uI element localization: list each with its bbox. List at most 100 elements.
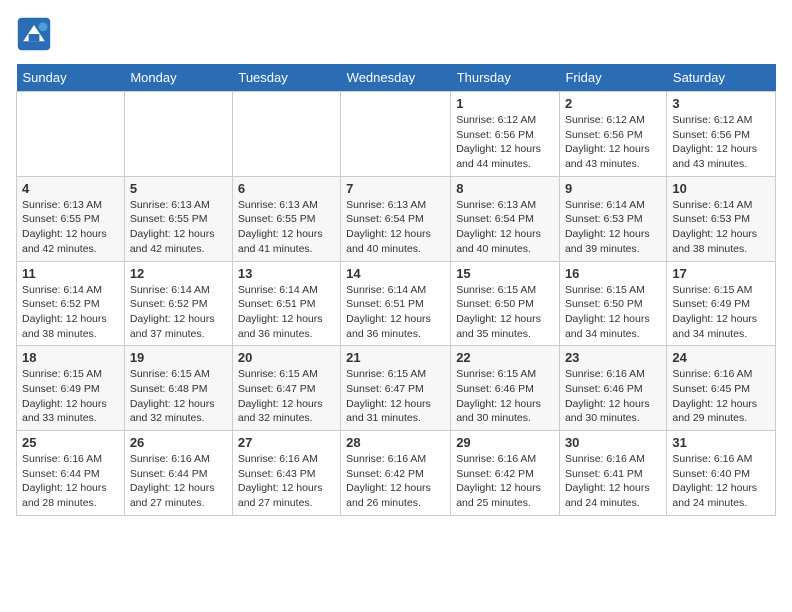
weekday-header-friday: Friday [559,64,666,92]
calendar-cell: 26Sunrise: 6:16 AM Sunset: 6:44 PM Dayli… [124,431,232,516]
day-number: 14 [346,266,445,281]
day-info: Sunrise: 6:12 AM Sunset: 6:56 PM Dayligh… [565,113,661,172]
calendar-cell: 30 Sunrise: 6:16 AM Sunset: 6:41 PM Dayli… [559,431,666,516]
day-info: Sunrise: 6:16 AM Sunset: 6:45 PM Dayligh… [672,367,770,426]
day-info: Sunrise: 6:14 AM Sunset: 6:52 PM Dayligh… [130,283,227,342]
calendar-cell: 25Sunrise: 6:16 AM Sunset: 6:44 PM Dayli… [17,431,125,516]
day-info: Sunrise: 6:15 AM Sunset: 6:46 PM Dayligh… [456,367,554,426]
day-number: 21 [346,350,445,365]
day-number: 12 [130,266,227,281]
day-number: 29 [456,435,554,450]
weekday-header-sunday: Sunday [17,64,125,92]
calendar-cell: 4 Sunrise: 6:13 AM Sunset: 6:55 PM Daylig… [17,176,125,261]
calendar-cell: 8 Sunrise: 6:13 AM Sunset: 6:54 PM Daylig… [451,176,560,261]
day-number: 5 [130,181,227,196]
calendar-cell [341,92,451,177]
calendar-cell: 14 Sunrise: 6:14 AM Sunset: 6:51 PM Dayli… [341,261,451,346]
day-info: Sunrise: 6:15 AM Sunset: 6:47 PM Dayligh… [238,367,335,426]
weekday-header-tuesday: Tuesday [232,64,340,92]
day-number: 6 [238,181,335,196]
day-number: 9 [565,181,661,196]
day-number: 19 [130,350,227,365]
day-number: 30 [565,435,661,450]
day-info: Sunrise: 6:16 AM Sunset: 6:43 PM Dayligh… [238,452,335,511]
day-number: 1 [456,96,554,111]
day-info: Sunrise: 6:15 AM Sunset: 6:49 PM Dayligh… [672,283,770,342]
calendar-cell: 3 Sunrise: 6:12 AM Sunset: 6:56 PM Daylig… [667,92,776,177]
day-info: Sunrise: 6:16 AM Sunset: 6:44 PM Dayligh… [22,452,119,511]
day-number: 22 [456,350,554,365]
day-info: Sunrise: 6:16 AM Sunset: 6:42 PM Dayligh… [456,452,554,511]
calendar-cell [232,92,340,177]
calendar-cell: 28 Sunrise: 6:16 AM Sunset: 6:42 PM Dayli… [341,431,451,516]
calendar-cell: 1 Sunrise: 6:12 AM Sunset: 6:56 PM Daylig… [451,92,560,177]
day-info: Sunrise: 6:16 AM Sunset: 6:41 PM Dayligh… [565,452,661,511]
day-number: 31 [672,435,770,450]
day-number: 15 [456,266,554,281]
calendar-cell: 23 Sunrise: 6:16 AM Sunset: 6:46 PM Dayli… [559,346,666,431]
calendar-cell: 5 Sunrise: 6:13 AM Sunset: 6:55 PM Daylig… [124,176,232,261]
day-number: 16 [565,266,661,281]
day-info: Sunrise: 6:15 AM Sunset: 6:47 PM Dayligh… [346,367,445,426]
day-number: 27 [238,435,335,450]
calendar-cell: 17 Sunrise: 6:15 AM Sunset: 6:49 PM Dayli… [667,261,776,346]
calendar-cell: 18 Sunrise: 6:15 AM Sunset: 6:49 PM Dayli… [17,346,125,431]
calendar-cell [17,92,125,177]
day-number: 23 [565,350,661,365]
day-number: 28 [346,435,445,450]
calendar-cell: 31 Sunrise: 6:16 AM Sunset: 6:40 PM Dayli… [667,431,776,516]
weekday-header-saturday: Saturday [667,64,776,92]
day-number: 3 [672,96,770,111]
day-number: 4 [22,181,119,196]
day-info: Sunrise: 6:14 AM Sunset: 6:51 PM Dayligh… [238,283,335,342]
calendar-cell: 16 Sunrise: 6:15 AM Sunset: 6:50 PM Dayli… [559,261,666,346]
calendar-cell: 15 Sunrise: 6:15 AM Sunset: 6:50 PM Dayli… [451,261,560,346]
calendar-cell: 24 Sunrise: 6:16 AM Sunset: 6:45 PM Dayli… [667,346,776,431]
calendar-table: SundayMondayTuesdayWednesdayThursdayFrid… [16,64,776,516]
calendar-cell: 11 Sunrise: 6:14 AM Sunset: 6:52 PM Dayli… [17,261,125,346]
calendar-cell: 20 Sunrise: 6:15 AM Sunset: 6:47 PM Dayli… [232,346,340,431]
day-info: Sunrise: 6:14 AM Sunset: 6:51 PM Dayligh… [346,283,445,342]
day-info: Sunrise: 6:13 AM Sunset: 6:55 PM Dayligh… [22,198,119,257]
day-info: Sunrise: 6:14 AM Sunset: 6:53 PM Dayligh… [565,198,661,257]
day-info: Sunrise: 6:15 AM Sunset: 6:50 PM Dayligh… [565,283,661,342]
day-number: 17 [672,266,770,281]
day-info: Sunrise: 6:13 AM Sunset: 6:54 PM Dayligh… [456,198,554,257]
calendar-cell: 21 Sunrise: 6:15 AM Sunset: 6:47 PM Dayli… [341,346,451,431]
weekday-header-thursday: Thursday [451,64,560,92]
day-number: 11 [22,266,119,281]
day-number: 8 [456,181,554,196]
day-number: 20 [238,350,335,365]
calendar-cell: 6 Sunrise: 6:13 AM Sunset: 6:55 PM Daylig… [232,176,340,261]
day-number: 10 [672,181,770,196]
day-info: Sunrise: 6:15 AM Sunset: 6:49 PM Dayligh… [22,367,119,426]
weekday-header-monday: Monday [124,64,232,92]
logo [16,16,58,52]
day-info: Sunrise: 6:12 AM Sunset: 6:56 PM Dayligh… [456,113,554,172]
calendar-cell: 2 Sunrise: 6:12 AM Sunset: 6:56 PM Daylig… [559,92,666,177]
weekday-header-wednesday: Wednesday [341,64,451,92]
day-info: Sunrise: 6:16 AM Sunset: 6:40 PM Dayligh… [672,452,770,511]
calendar-cell [124,92,232,177]
day-info: Sunrise: 6:13 AM Sunset: 6:55 PM Dayligh… [238,198,335,257]
day-number: 7 [346,181,445,196]
day-info: Sunrise: 6:12 AM Sunset: 6:56 PM Dayligh… [672,113,770,172]
calendar-cell: 10Sunrise: 6:14 AM Sunset: 6:53 PM Dayli… [667,176,776,261]
calendar-cell: 22 Sunrise: 6:15 AM Sunset: 6:46 PM Dayli… [451,346,560,431]
day-info: Sunrise: 6:15 AM Sunset: 6:48 PM Dayligh… [130,367,227,426]
day-info: Sunrise: 6:16 AM Sunset: 6:42 PM Dayligh… [346,452,445,511]
calendar-cell: 7Sunrise: 6:13 AM Sunset: 6:54 PM Daylig… [341,176,451,261]
day-number: 13 [238,266,335,281]
day-info: Sunrise: 6:13 AM Sunset: 6:55 PM Dayligh… [130,198,227,257]
day-info: Sunrise: 6:16 AM Sunset: 6:46 PM Dayligh… [565,367,661,426]
day-info: Sunrise: 6:15 AM Sunset: 6:50 PM Dayligh… [456,283,554,342]
calendar-cell: 13 Sunrise: 6:14 AM Sunset: 6:51 PM Dayli… [232,261,340,346]
day-number: 18 [22,350,119,365]
header [16,16,776,52]
day-number: 24 [672,350,770,365]
day-info: Sunrise: 6:16 AM Sunset: 6:44 PM Dayligh… [130,452,227,511]
day-number: 2 [565,96,661,111]
calendar-cell: 27 Sunrise: 6:16 AM Sunset: 6:43 PM Dayli… [232,431,340,516]
day-info: Sunrise: 6:14 AM Sunset: 6:52 PM Dayligh… [22,283,119,342]
logo-icon [16,16,52,52]
